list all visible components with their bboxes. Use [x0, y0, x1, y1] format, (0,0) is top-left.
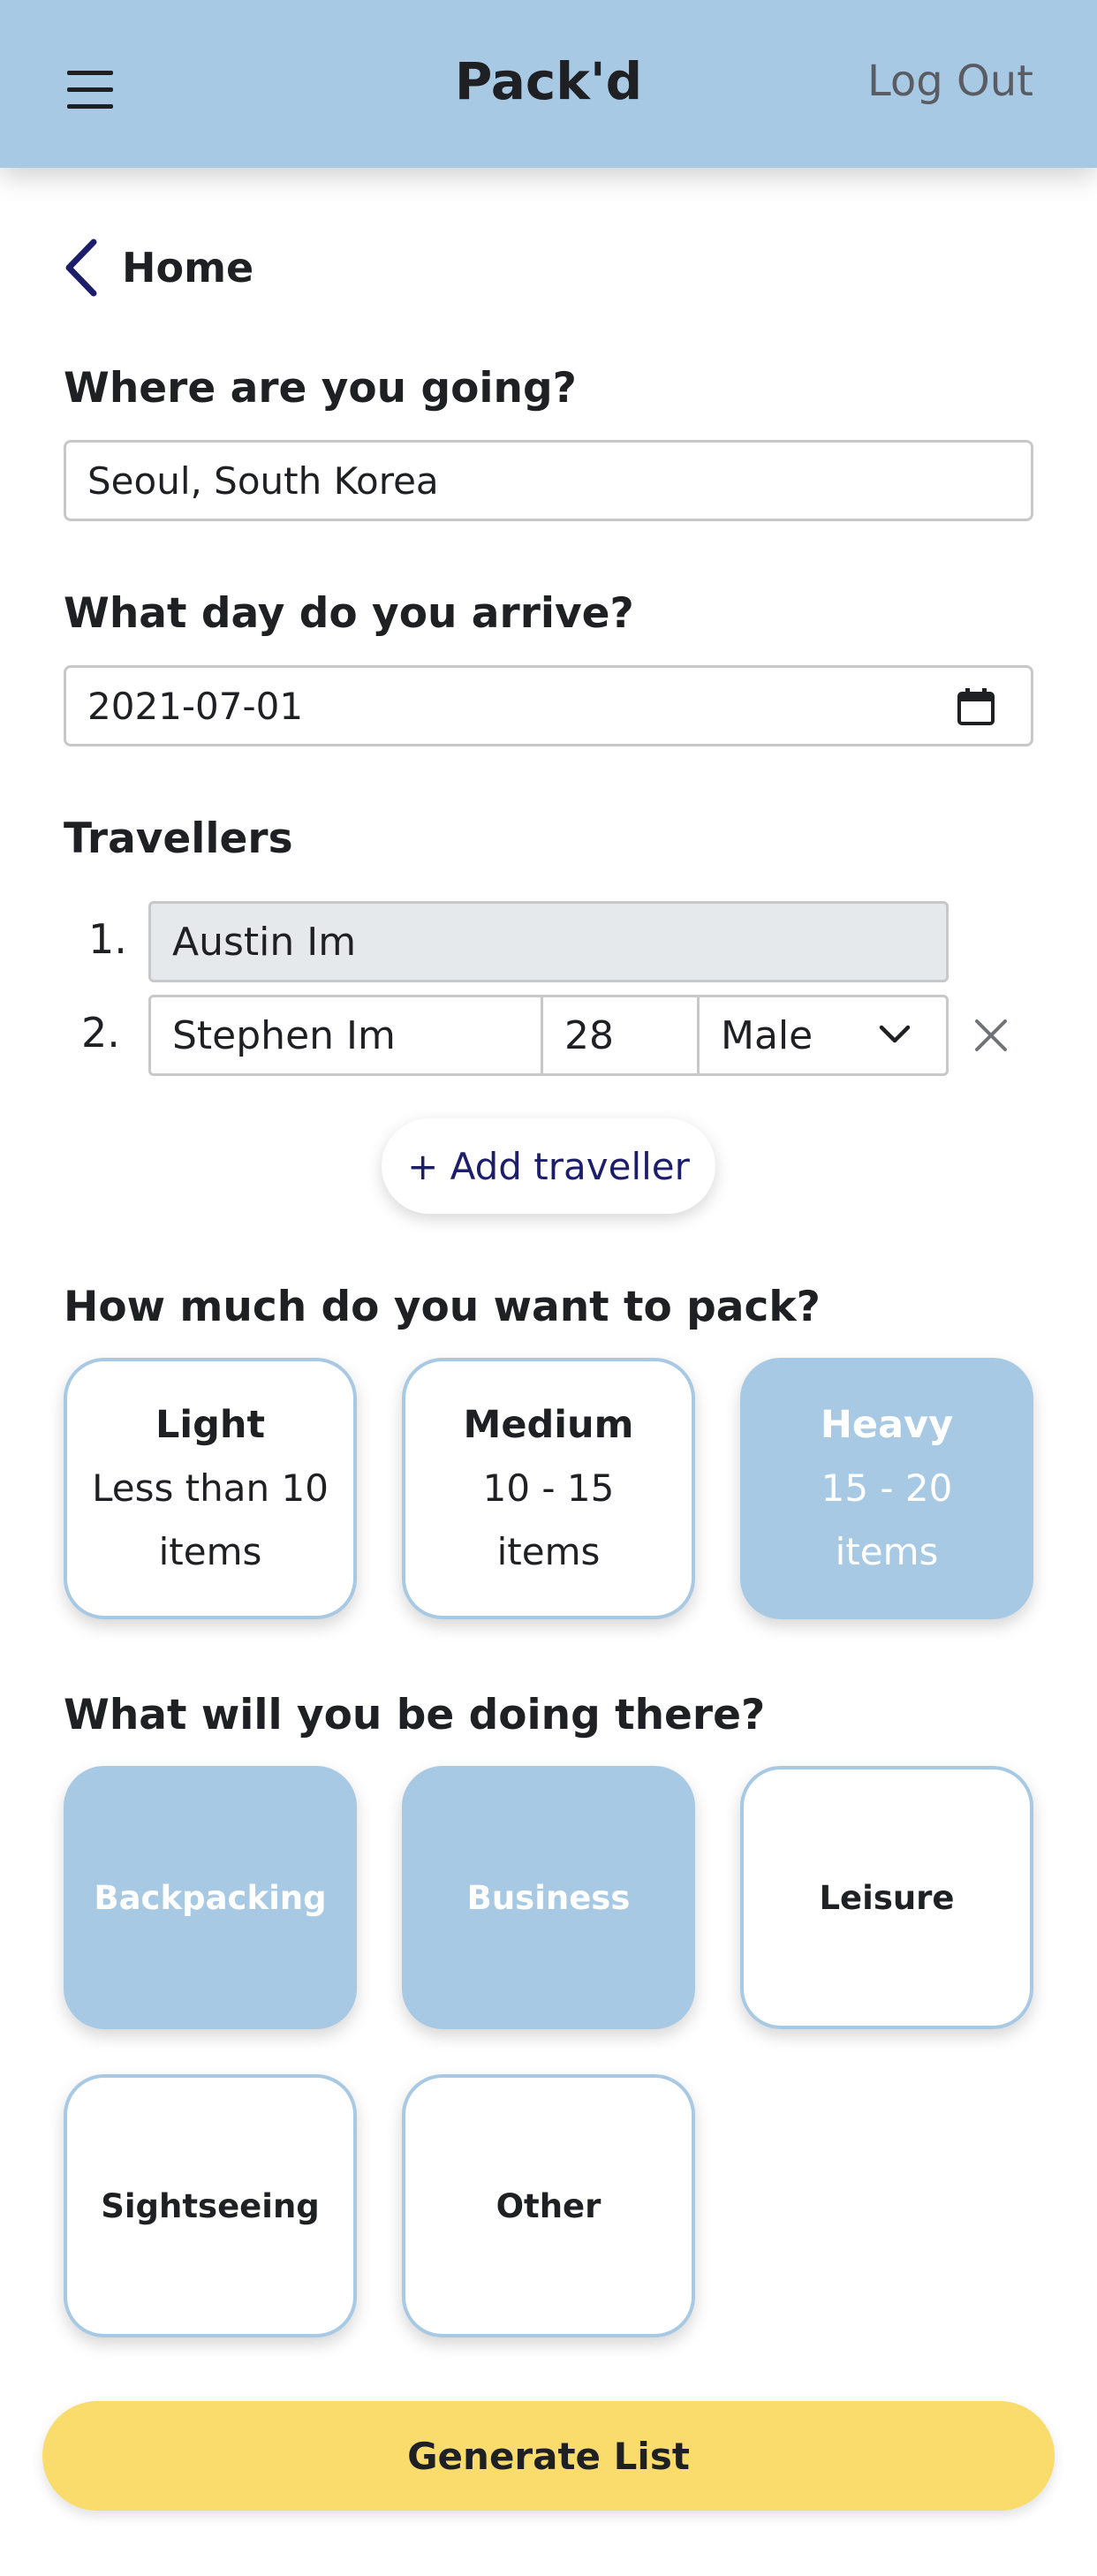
activity-sightseeing[interactable]: Sightseeing — [64, 2074, 357, 2337]
activity-business[interactable]: Business — [402, 1766, 695, 2029]
pack-option-desc: Less than 10 items — [92, 1466, 329, 1573]
back-link[interactable]: Home — [64, 237, 253, 299]
traveller-2-age-input[interactable]: 28 — [543, 997, 700, 1073]
activity-leisure[interactable]: Leisure — [740, 1766, 1033, 2029]
activity-label: Leisure — [819, 1878, 955, 1917]
traveller-2-age: 28 — [564, 1012, 614, 1058]
activity-label: Business — [466, 1878, 631, 1917]
traveller-2-name: Stephen Im — [172, 1012, 396, 1058]
add-traveller-button[interactable]: + Add traveller — [382, 1118, 715, 1214]
calendar-icon[interactable] — [957, 687, 995, 726]
pack-question: How much do you want to pack? — [64, 1283, 821, 1331]
traveller-1-name: Austin Im — [172, 919, 357, 965]
activity-backpacking[interactable]: Backpacking — [64, 1766, 357, 2029]
pack-option-desc: 15 - 20 items — [821, 1466, 953, 1573]
pack-option-light[interactable]: Light Less than 10 items — [64, 1358, 357, 1619]
pack-option-desc: 10 - 15 items — [482, 1466, 615, 1573]
activities-question: What will you be doing there? — [64, 1691, 766, 1739]
activity-label: Sightseeing — [101, 2186, 320, 2225]
app-header: Pack'd Log Out — [0, 0, 1097, 168]
travellers-heading: Travellers — [64, 814, 293, 863]
back-label: Home — [122, 244, 254, 292]
pack-option-title: Medium — [463, 1403, 634, 1447]
destination-input[interactable]: Seoul, South Korea — [64, 440, 1033, 521]
close-icon[interactable] — [973, 1018, 1009, 1053]
back-chevron-icon — [65, 239, 97, 297]
pack-option-medium[interactable]: Medium 10 - 15 items — [402, 1358, 695, 1619]
generate-list-button[interactable]: Generate List — [42, 2401, 1055, 2511]
destination-value: Seoul, South Korea — [87, 458, 439, 503]
destination-question: Where are you going? — [64, 364, 577, 413]
pack-option-title: Heavy — [820, 1403, 954, 1447]
traveller-2-gender-select[interactable]: Male — [700, 997, 946, 1073]
arrival-date-input[interactable]: 2021-07-01 — [64, 665, 1033, 746]
pack-option-heavy[interactable]: Heavy 15 - 20 items — [740, 1358, 1033, 1619]
traveller-number: 1. — [88, 915, 127, 963]
activity-label: Backpacking — [94, 1878, 327, 1917]
arrival-question: What day do you arrive? — [64, 589, 634, 638]
traveller-2-name-input[interactable]: Stephen Im — [151, 997, 543, 1073]
traveller-1-name-field: Austin Im — [148, 901, 949, 982]
activity-other[interactable]: Other — [402, 2074, 695, 2337]
traveller-number: 2. — [81, 1009, 120, 1057]
logout-link[interactable]: Log Out — [867, 57, 1033, 106]
traveller-2-row: Stephen Im 28 Male — [148, 995, 949, 1076]
traveller-2-gender: Male — [721, 1012, 813, 1058]
arrival-date-value: 2021-07-01 — [87, 684, 304, 728]
chevron-down-icon — [879, 1025, 911, 1043]
activity-label: Other — [496, 2186, 601, 2225]
pack-option-title: Light — [155, 1403, 266, 1447]
